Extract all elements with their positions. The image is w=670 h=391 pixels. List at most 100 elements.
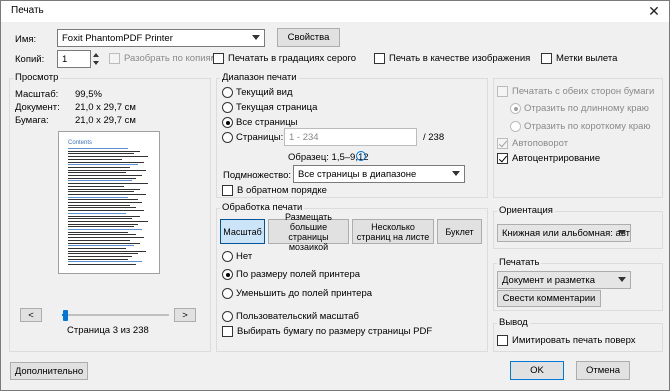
fit-margins-radio[interactable] [222,269,233,280]
preview-text-line [68,148,128,149]
properties-button[interactable]: Свойства [277,28,340,47]
preview-title: Просмотр [13,72,61,83]
scale-none-radio[interactable] [222,251,233,262]
preview-text-line [68,231,128,233]
simulate-overprint-checkbox[interactable] [497,335,508,346]
preview-text-line [68,253,138,255]
print-range-title: Диапазон печати [220,72,299,83]
print-as-image-checkbox[interactable] [374,53,385,64]
cancel-button[interactable]: Отмена [576,361,630,380]
tab-multiple-pages[interactable]: Несколько страниц на листе [352,219,434,244]
printer-select[interactable]: Foxit PhantomPDF Printer [57,29,265,47]
tab-tile-pages[interactable]: Размещать большие страницы мозаикой [268,212,349,252]
document-size-label: Документ: [15,102,60,113]
custom-scale-radio[interactable] [222,311,233,322]
grayscale-label: Печатать в градациях серого [228,53,357,64]
preview-text-line [68,158,122,160]
current-view-label: Текущий вид [236,87,293,98]
chevron-down-icon [252,35,260,40]
info-icon[interactable]: i [356,151,366,161]
copies-value: 1 [62,53,68,65]
tab-scale[interactable]: Масштаб [220,219,265,244]
preview-text-line [68,234,136,236]
current-view-radio[interactable] [222,87,233,98]
print-what-select-value: Документ и разметка [502,274,596,286]
custom-scale-label: Пользовательский масштаб [236,311,359,322]
collate-checkbox[interactable] [109,53,120,64]
chevron-down-icon [618,230,626,235]
orientation-select[interactable]: Книжная или альбомная: авто [497,224,631,242]
tab-booklet[interactable]: Буклет [437,219,482,244]
preview-text-line [68,150,140,152]
short-edge-radio[interactable] [510,121,521,132]
bleed-marks-checkbox[interactable] [541,53,552,64]
preview-text-line [68,256,132,257]
advanced-button[interactable]: Дополнительно [10,362,88,380]
choose-paper-label: Выбирать бумагу по размеру страницы PDF [237,326,433,337]
copies-input[interactable]: 1 [57,50,91,68]
all-pages-radio[interactable] [222,117,233,128]
preview-text-line [68,220,148,222]
paper-size-label: Бумага: [15,115,49,126]
prev-page-button[interactable]: < [20,308,42,322]
print-dialog: Печать ✕ Имя: Foxit PhantomPDF Printer С… [0,0,670,391]
close-icon[interactable]: ✕ [645,3,663,19]
copies-spinner[interactable] [91,49,101,69]
page-preview: Contents [58,131,160,274]
preview-text-line [68,188,140,190]
print-what-select[interactable]: Документ и разметка [497,271,631,289]
spin-down-icon[interactable] [93,61,99,65]
preview-text-line [68,185,124,187]
window-title: Печать [11,5,44,16]
pages-input[interactable]: 1 - 234 [284,128,417,146]
both-sides-label: Печатать с обеих сторон бумаги [512,86,655,97]
preview-text-line [68,164,138,166]
ok-button[interactable]: OK [510,361,564,380]
both-sides-checkbox[interactable] [497,86,508,97]
preview-text-line [68,245,134,247]
preview-text-line [68,226,134,228]
long-edge-label: Отразить по длинному краю [524,103,649,114]
preview-heading: Contents [68,140,93,146]
page-slider-thumb[interactable] [63,310,69,321]
preview-text-line [68,177,136,179]
preview-text-line [68,193,146,195]
document-size-value: 21,0 x 29,7 см [75,102,136,113]
pages-label: Страницы: [236,132,284,143]
simulate-overprint-label: Имитировать печать поверх [512,335,636,346]
pages-total: / 238 [423,132,445,143]
preview-text-line [68,169,146,171]
subset-select[interactable]: Все страницы в диапазоне [293,165,465,183]
subset-select-value: Все страницы в диапазоне [298,168,417,180]
preview-text-line [68,207,136,209]
auto-center-checkbox[interactable] [497,153,508,164]
scale-none-label: Нет [236,251,253,262]
auto-rotate-label: Автоповорот [512,138,569,149]
pages-radio[interactable] [222,132,233,143]
preview-text-line [68,183,148,185]
next-page-button[interactable]: > [174,308,196,322]
orientation-title: Ориентация [497,205,555,216]
choose-paper-checkbox[interactable] [222,326,233,337]
preview-text-line [68,180,132,182]
preview-text-line [68,175,142,176]
scale-value: 99,5% [75,89,102,100]
all-pages-label: Все страницы [236,117,298,128]
summarize-comments-button[interactable]: Свести комментарии [497,290,601,307]
grayscale-checkbox[interactable] [213,53,224,64]
preview-text-line [68,153,134,155]
spin-up-icon[interactable] [93,53,99,57]
auto-rotate-checkbox[interactable] [497,138,508,149]
subset-label: Подмножество: [223,170,292,181]
preview-text-line [68,196,128,198]
long-edge-radio[interactable] [510,103,521,114]
output-title: Вывод [497,317,530,328]
collate-label: Разобрать по копиям [124,53,218,64]
chevron-down-icon [618,277,626,282]
preview-text-line [68,218,132,220]
preview-text-line [68,199,138,201]
reverse-order-checkbox[interactable] [222,185,233,196]
shrink-margins-radio[interactable] [222,288,233,299]
current-page-radio[interactable] [222,102,233,113]
page-slider-track[interactable] [62,314,169,316]
